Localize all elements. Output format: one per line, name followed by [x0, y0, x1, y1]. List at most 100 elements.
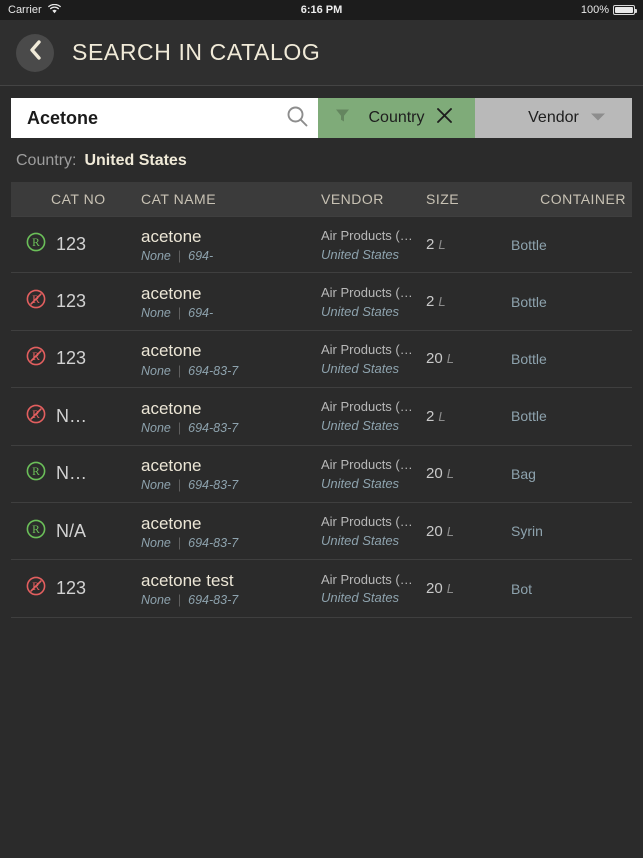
vendor-name: Air Products (… — [321, 456, 413, 472]
size-value: 2 — [426, 407, 435, 425]
cat-name-value: acetone — [141, 456, 202, 476]
cell-vendor: Air Products (… United States — [321, 514, 426, 548]
column-header-size[interactable]: SIZE — [426, 191, 511, 207]
active-filter-summary: Country: United States — [0, 138, 643, 182]
cell-vendor: Air Products (… United States — [321, 228, 426, 262]
registered-ok-icon: R — [25, 231, 47, 258]
cat-no-value: 123 — [56, 291, 87, 312]
cell-container: Bottle — [511, 408, 632, 424]
cell-vendor: Air Products (… United States — [321, 457, 426, 491]
cat-name-value: acetone — [141, 341, 202, 361]
registered-blocked-icon: R — [25, 403, 47, 430]
cat-name-sub-separator: | — [177, 478, 182, 493]
catalog-table: CAT NO CAT NAME VENDOR SIZE CONTAINER R … — [11, 182, 632, 618]
cell-size: 20 L — [426, 465, 511, 482]
cat-name-subtext: None | 694- — [141, 249, 321, 263]
cell-cat-no: R N/A — [11, 518, 141, 545]
table-row[interactable]: R N… acetone None | 694-83-7 Air Product… — [11, 388, 632, 446]
column-header-vendor[interactable]: VENDOR — [321, 191, 426, 207]
cell-cat-name: acetone None | 694- — [141, 283, 321, 320]
cat-name-sub-right: 694-83-7 — [188, 478, 239, 493]
cat-name-sub-separator: | — [177, 363, 182, 378]
cat-name-subtext: None | 694- — [141, 306, 321, 320]
cat-name-sub-right: 694-83-7 — [188, 593, 239, 608]
container-value: Bottle — [511, 408, 547, 425]
svg-text:R: R — [32, 466, 40, 478]
cell-cat-name: acetone None | 694-83-7 — [141, 398, 321, 435]
cat-name-subtext: None | 694-83-7 — [141, 364, 321, 378]
filter-chip-vendor[interactable]: Vendor — [475, 98, 632, 138]
cat-name-subtext: None | 694-83-7 — [141, 478, 321, 492]
size-unit: L — [446, 581, 454, 597]
table-row[interactable]: R 123 acetone None | 694- Air Products (… — [11, 273, 632, 331]
status-bar: Carrier 6:16 PM 100% — [0, 0, 643, 20]
cat-name-sub-left: None — [141, 478, 171, 493]
vendor-name: Air Products (… — [321, 284, 413, 300]
carrier-label: Carrier — [8, 4, 42, 16]
container-value: Bag — [511, 465, 536, 482]
size-unit: L — [438, 237, 446, 253]
cat-name-value: acetone — [141, 513, 202, 533]
cat-name-sub-left: None — [141, 420, 171, 435]
title-bar: SEARCH IN CATALOG — [0, 20, 643, 86]
cat-name-subtext: None | 694-83-7 — [141, 593, 321, 607]
search-icon[interactable] — [286, 105, 308, 132]
table-row[interactable]: R N/A acetone None | 694-83-7 Air Produc… — [11, 503, 632, 561]
cat-name-sub-right: 694- — [188, 306, 214, 321]
cat-name-sub-left: None — [141, 593, 171, 608]
cat-name-sub-left: None — [141, 535, 171, 550]
column-header-cat-no[interactable]: CAT NO — [11, 191, 141, 207]
svg-text:R: R — [32, 237, 40, 249]
cell-cat-no: R 123 — [11, 288, 141, 315]
vendor-country: United States — [321, 418, 400, 434]
wifi-icon — [47, 3, 61, 17]
cat-no-value: N… — [56, 463, 87, 484]
vendor-name: Air Products (… — [321, 571, 413, 587]
registered-blocked-icon: R — [25, 345, 47, 372]
cat-name-sub-left: None — [141, 363, 171, 378]
search-input[interactable] — [27, 107, 286, 129]
cell-vendor: Air Products (… United States — [321, 342, 426, 376]
back-button[interactable] — [16, 33, 54, 72]
cell-cat-no: R 123 — [11, 575, 141, 602]
size-value: 20 — [426, 580, 443, 598]
cell-cat-name: acetone None | 694- — [141, 226, 321, 263]
cell-container: Bag — [511, 466, 632, 482]
cell-cat-name: acetone None | 694-83-7 — [141, 513, 321, 550]
filter-chip-country[interactable]: Country — [318, 98, 475, 138]
registered-blocked-icon: R — [25, 288, 47, 315]
size-value: 2 — [426, 236, 435, 254]
cell-container: Syrin — [511, 523, 632, 539]
table-row[interactable]: R 123 acetone test None | 694-83-7 Air P… — [11, 560, 632, 618]
cat-no-value: 123 — [56, 348, 87, 369]
cat-name-sub-separator: | — [177, 420, 182, 435]
container-value: Bottle — [511, 350, 547, 367]
svg-text:R: R — [32, 524, 40, 536]
cell-cat-no: R N… — [11, 460, 141, 487]
cat-name-sub-right: 694-83-7 — [188, 363, 239, 378]
table-header-row: CAT NO CAT NAME VENDOR SIZE CONTAINER — [11, 182, 632, 216]
chevron-down-icon[interactable] — [590, 109, 606, 127]
cell-size: 20 L — [426, 523, 511, 540]
table-row[interactable]: R 123 acetone None | 694- Air Products (… — [11, 216, 632, 274]
cell-cat-name: acetone None | 694-83-7 — [141, 340, 321, 377]
cell-vendor: Air Products (… United States — [321, 285, 426, 319]
cell-container: Bottle — [511, 294, 632, 310]
cat-name-sub-left: None — [141, 306, 171, 321]
cell-cat-name: acetone test None | 694-83-7 — [141, 570, 321, 607]
close-icon[interactable] — [436, 107, 453, 129]
cell-cat-no: R 123 — [11, 345, 141, 372]
column-header-cat-name[interactable]: CAT NAME — [141, 191, 321, 207]
size-value: 20 — [426, 350, 443, 368]
search-field[interactable] — [11, 98, 318, 138]
cat-name-value: acetone — [141, 227, 202, 247]
battery-full-icon — [613, 5, 637, 15]
vendor-name: Air Products (… — [321, 227, 413, 243]
cell-vendor: Air Products (… United States — [321, 399, 426, 433]
table-row[interactable]: R N… acetone None | 694-83-7 Air Product… — [11, 446, 632, 503]
table-row[interactable]: R 123 acetone None | 694-83-7 Air Produc… — [11, 331, 632, 389]
size-unit: L — [446, 351, 454, 367]
cell-vendor: Air Products (… United States — [321, 572, 426, 606]
size-unit: L — [438, 294, 446, 310]
column-header-container[interactable]: CONTAINER — [511, 191, 632, 207]
